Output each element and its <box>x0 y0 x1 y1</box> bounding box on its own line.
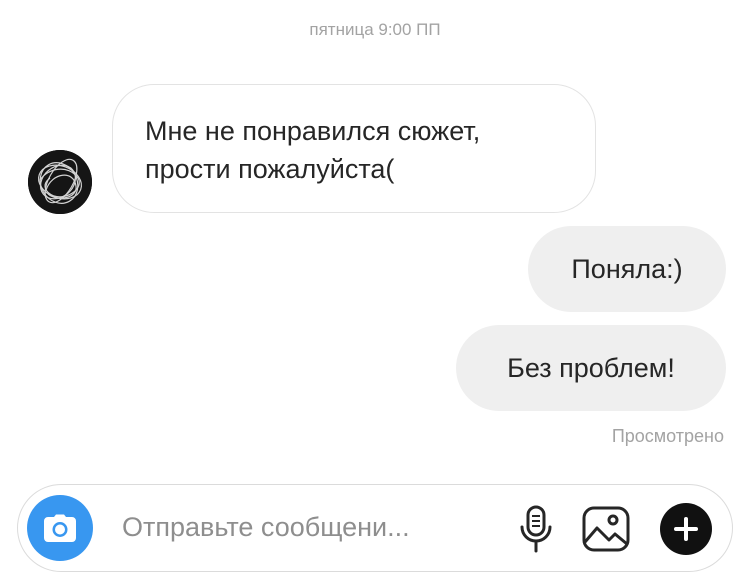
message-line: прости пожалуйста( <box>145 154 395 184</box>
plus-icon <box>674 517 698 541</box>
gallery-icon <box>582 506 630 552</box>
avatar[interactable] <box>28 150 92 214</box>
incoming-message-bubble[interactable]: Мне не понравился сюжет, прости пожалуйс… <box>112 84 596 213</box>
outgoing-message-bubble[interactable]: Без проблем! <box>456 325 726 411</box>
message-text: Без проблем! <box>507 353 675 383</box>
message-composer <box>17 484 733 572</box>
camera-button[interactable] <box>27 495 93 561</box>
camera-icon <box>44 514 76 542</box>
microphone-icon <box>520 505 552 553</box>
more-options-button[interactable] <box>660 503 712 555</box>
seen-status: Просмотрено <box>611 426 724 446</box>
voice-message-button[interactable] <box>510 501 562 557</box>
message-text: Поняла:) <box>571 254 683 284</box>
avatar-scribble-image <box>28 150 92 214</box>
message-input[interactable] <box>122 507 482 547</box>
message-line: Мне не понравился сюжет, <box>145 116 481 146</box>
thread-timestamp: пятница 9:00 ПП <box>309 20 441 39</box>
gallery-button[interactable] <box>578 501 634 557</box>
outgoing-message-bubble[interactable]: Поняла:) <box>528 226 726 312</box>
